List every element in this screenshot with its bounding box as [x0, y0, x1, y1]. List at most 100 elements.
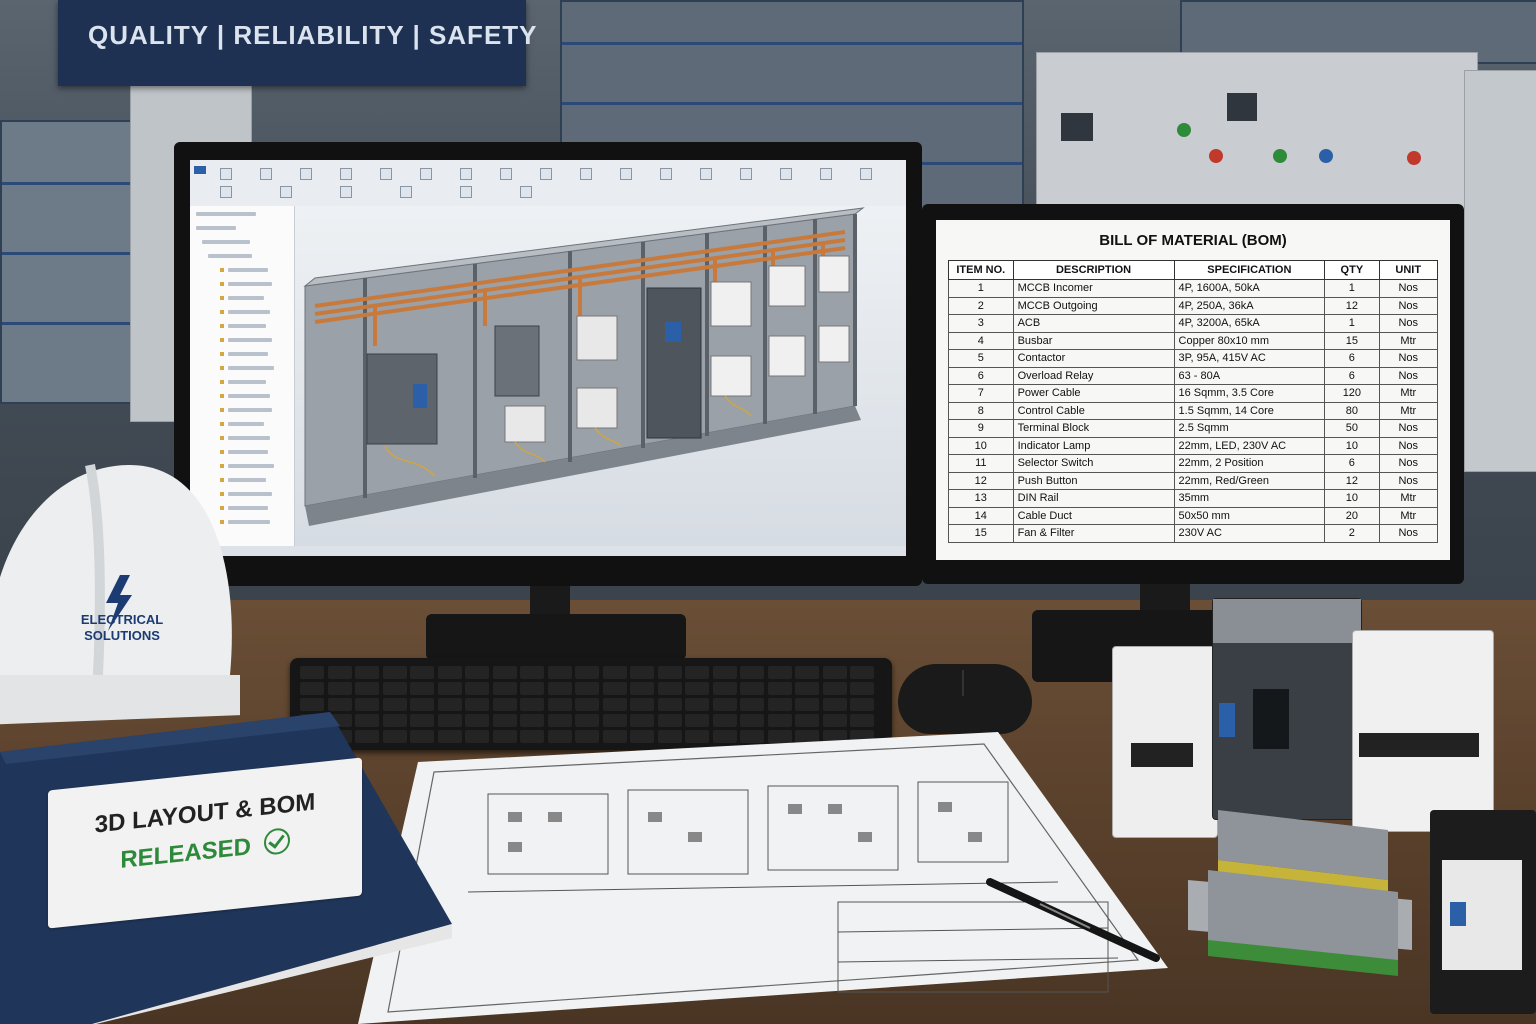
keyboard-key[interactable] — [300, 682, 324, 695]
toolbar-icon[interactable] — [780, 168, 792, 180]
keyboard-key[interactable] — [630, 666, 654, 679]
keyboard-key[interactable] — [575, 666, 599, 679]
toolbar-icon[interactable] — [460, 168, 472, 180]
keyboard-key[interactable] — [822, 714, 847, 727]
keyboard-key[interactable] — [575, 682, 599, 695]
keyboard-key[interactable] — [327, 698, 352, 711]
toolbar-icon[interactable] — [540, 168, 552, 180]
cad-3d-viewport[interactable] — [295, 206, 906, 546]
keyboard-key[interactable] — [547, 682, 572, 695]
keyboard-key[interactable] — [767, 714, 792, 727]
keyboard-key[interactable] — [685, 666, 709, 679]
keyboard-key[interactable] — [410, 682, 434, 695]
keyboard-key[interactable] — [327, 666, 352, 679]
keyboard-key[interactable] — [822, 666, 847, 679]
keyboard-key[interactable] — [547, 666, 572, 679]
keyboard-key[interactable] — [382, 698, 407, 711]
keyboard-key[interactable] — [685, 682, 709, 695]
keyboard-key[interactable] — [767, 682, 792, 695]
keyboard-key[interactable] — [465, 682, 489, 695]
keyboard-key[interactable] — [795, 714, 819, 727]
toolbar-icon[interactable] — [300, 168, 312, 180]
toolbar-icon[interactable] — [620, 168, 632, 180]
toolbar-icon[interactable] — [520, 186, 532, 198]
toolbar-icon[interactable] — [340, 168, 352, 180]
keyboard-key[interactable] — [740, 682, 764, 695]
keyboard-key[interactable] — [520, 682, 544, 695]
keyboard-key[interactable] — [740, 666, 764, 679]
toolbar-icon[interactable] — [700, 168, 712, 180]
keyboard-key[interactable] — [685, 714, 709, 727]
keyboard-key[interactable] — [300, 666, 324, 679]
keyboard-key[interactable] — [602, 698, 627, 711]
toolbar-icon[interactable] — [420, 168, 432, 180]
keyboard-key[interactable] — [355, 698, 379, 711]
keyboard-key[interactable] — [327, 682, 352, 695]
keyboard-key[interactable] — [300, 698, 324, 711]
keyboard-key[interactable] — [685, 698, 709, 711]
keyboard-key[interactable] — [410, 698, 434, 711]
keyboard-key[interactable] — [465, 698, 489, 711]
keyboard-key[interactable] — [547, 714, 572, 727]
keyboard-key[interactable] — [850, 698, 874, 711]
cad-ribbon-toolbar[interactable] — [190, 160, 906, 207]
keyboard-key[interactable] — [657, 682, 682, 695]
toolbar-icon[interactable] — [220, 168, 232, 180]
keyboard-key[interactable] — [630, 714, 654, 727]
keyboard-key[interactable] — [520, 714, 544, 727]
keyboard-key[interactable] — [795, 682, 819, 695]
toolbar-icon[interactable] — [740, 168, 752, 180]
keyboard-key[interactable] — [657, 666, 682, 679]
toolbar-icon[interactable] — [260, 168, 272, 180]
keyboard-key[interactable] — [355, 666, 379, 679]
keyboard-key[interactable] — [602, 714, 627, 727]
keyboard-key[interactable] — [822, 698, 847, 711]
keyboard-key[interactable] — [850, 682, 874, 695]
keyboard-key[interactable] — [822, 682, 847, 695]
toolbar-icon[interactable] — [500, 168, 512, 180]
keyboard-key[interactable] — [712, 682, 737, 695]
toolbar-icon[interactable] — [340, 186, 352, 198]
keyboard-key[interactable] — [630, 682, 654, 695]
keyboard-key[interactable] — [547, 698, 572, 711]
toolbar-icon[interactable] — [820, 168, 832, 180]
keyboard-key[interactable] — [382, 666, 407, 679]
keyboard-key[interactable] — [767, 666, 792, 679]
toolbar-icon[interactable] — [400, 186, 412, 198]
keyboard-key[interactable] — [492, 698, 517, 711]
mouse[interactable] — [898, 664, 1032, 734]
toolbar-icon[interactable] — [860, 168, 872, 180]
toolbar-icon[interactable] — [460, 186, 472, 198]
app-menu-icon[interactable] — [194, 166, 206, 174]
keyboard-key[interactable] — [740, 698, 764, 711]
keyboard-key[interactable] — [465, 666, 489, 679]
keyboard-key[interactable] — [712, 666, 737, 679]
keyboard-key[interactable] — [492, 666, 517, 679]
keyboard-key[interactable] — [437, 682, 462, 695]
keyboard-key[interactable] — [712, 714, 737, 727]
toolbar-icon[interactable] — [280, 186, 292, 198]
keyboard-key[interactable] — [712, 698, 737, 711]
keyboard-key[interactable] — [850, 714, 874, 727]
keyboard-key[interactable] — [437, 698, 462, 711]
keyboard-key[interactable] — [355, 682, 379, 695]
toolbar-icon[interactable] — [380, 168, 392, 180]
toolbar-icon[interactable] — [580, 168, 592, 180]
keyboard-key[interactable] — [602, 682, 627, 695]
keyboard-key[interactable] — [795, 666, 819, 679]
toolbar-icon[interactable] — [220, 186, 232, 198]
keyboard-key[interactable] — [382, 682, 407, 695]
keyboard-key[interactable] — [520, 666, 544, 679]
keyboard-key[interactable] — [410, 666, 434, 679]
keyboard-key[interactable] — [795, 698, 819, 711]
keyboard-key[interactable] — [575, 698, 599, 711]
keyboard-key[interactable] — [657, 698, 682, 711]
keyboard-key[interactable] — [465, 714, 489, 727]
keyboard-key[interactable] — [657, 714, 682, 727]
keyboard-key[interactable] — [630, 698, 654, 711]
keyboard-key[interactable] — [575, 714, 599, 727]
keyboard-key[interactable] — [767, 698, 792, 711]
keyboard-key[interactable] — [492, 682, 517, 695]
keyboard-key[interactable] — [437, 666, 462, 679]
toolbar-icon[interactable] — [660, 168, 672, 180]
